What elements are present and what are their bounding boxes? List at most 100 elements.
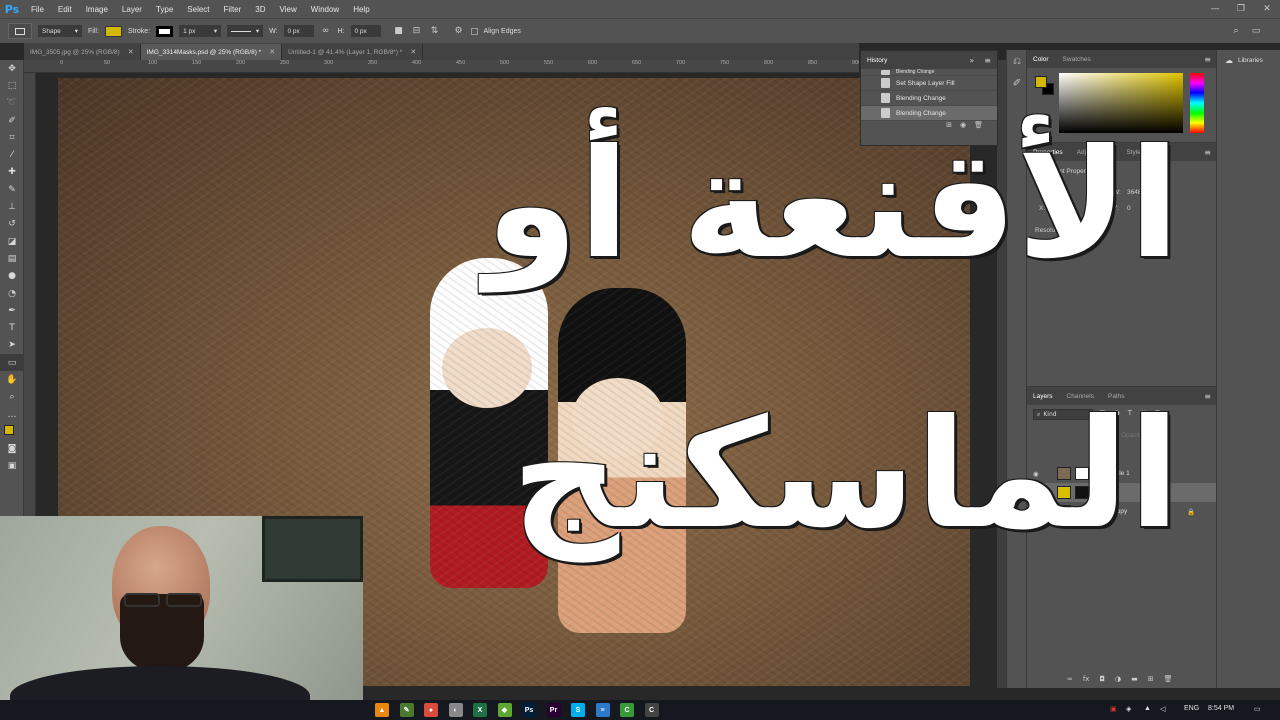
taskbar-app-app6-icon[interactable]: ◆ — [497, 703, 512, 717]
tab-history[interactable]: History — [867, 57, 887, 64]
new-layer-icon[interactable]: ⊞ — [1148, 675, 1154, 683]
fill-swatch[interactable] — [104, 25, 122, 37]
width-field[interactable]: 0 px — [283, 25, 314, 37]
close-icon[interactable]: ✕ — [128, 48, 134, 56]
height-field[interactable]: 0 px — [350, 25, 381, 37]
link-icon[interactable]: ∞ — [320, 25, 332, 37]
quick-select-tool-icon[interactable]: ✐ — [0, 112, 24, 129]
tray-icon-1[interactable]: ▣ — [1110, 705, 1117, 713]
fx-icon[interactable]: fx — [1083, 675, 1090, 683]
history-item[interactable]: Set Shape Layer Fill — [861, 76, 997, 91]
lasso-tool-icon[interactable]: ➰ — [0, 95, 24, 112]
menu-edit[interactable]: Edit — [51, 5, 79, 14]
gear-icon[interactable]: ⚙ — [453, 25, 465, 37]
tab-untitled-1[interactable]: Untitled-1 @ 41.4% (Layer 1, RGB/8*) * ✕ — [282, 44, 424, 60]
menu-help[interactable]: Help — [346, 5, 376, 14]
brush-tool-icon[interactable]: ✎ — [0, 181, 24, 198]
search-icon[interactable]: ⌕ — [1230, 25, 1242, 37]
trash-icon[interactable]: 🗑 — [1164, 675, 1173, 683]
taskbar-app-camtasia-icon[interactable]: C — [620, 703, 634, 717]
path-operations-icon[interactable]: ■ — [393, 25, 405, 37]
stroke-width-field[interactable]: 1 px ▾ — [179, 25, 222, 37]
tray-icon-2[interactable]: ◈ — [1126, 705, 1131, 713]
adjustment-layer-icon[interactable]: ◑ — [1115, 675, 1121, 683]
screen-mode-icon[interactable]: ▣ — [0, 458, 24, 475]
collapse-icon[interactable]: » — [969, 56, 974, 65]
hand-tool-icon[interactable]: ✋ — [0, 371, 24, 388]
menu-layer[interactable]: Layer — [115, 5, 149, 14]
more-tools-icon[interactable]: … — [0, 406, 24, 423]
marquee-tool-icon[interactable]: ⬚ — [0, 77, 24, 94]
history-brush-tool-icon[interactable]: ↺ — [0, 216, 24, 233]
taskbar-app-photoshop-icon[interactable]: Ps — [522, 703, 536, 717]
language-indicator[interactable]: ENG — [1184, 705, 1199, 712]
panel-menu-icon[interactable]: ≡ — [984, 56, 991, 65]
maximize-icon[interactable]: ❐ — [1228, 0, 1254, 18]
foreground-color-chip[interactable] — [1035, 76, 1047, 88]
close-icon[interactable]: ✕ — [1254, 0, 1280, 18]
taskbar-app-app12-icon[interactable]: C — [644, 703, 659, 717]
healing-brush-tool-icon[interactable]: ✚ — [0, 164, 24, 181]
stroke-swatch[interactable] — [156, 25, 174, 37]
taskbar-app-excel-icon[interactable]: X — [473, 703, 487, 717]
foreground-color-icon[interactable] — [4, 425, 14, 436]
crop-tool-icon[interactable]: ⌗ — [0, 129, 24, 146]
path-selection-tool-icon[interactable]: ➤ — [0, 337, 24, 354]
menu-image[interactable]: Image — [79, 5, 115, 14]
menu-file[interactable]: File — [24, 5, 51, 14]
new-group-icon[interactable]: ▬ — [1131, 675, 1138, 683]
menu-3d[interactable]: 3D — [248, 5, 272, 14]
shape-mode-select[interactable]: Shape ▾ — [38, 25, 82, 37]
menu-select[interactable]: Select — [180, 5, 216, 14]
clone-stamp-tool-icon[interactable]: ⊥ — [0, 198, 24, 215]
history-panel-icon[interactable]: ⎌ — [1007, 50, 1027, 72]
libraries-button[interactable]: ☁ Libraries — [1217, 50, 1280, 70]
volume-icon[interactable]: ◁ — [1160, 705, 1165, 713]
menu-view[interactable]: View — [273, 5, 304, 14]
taskbar-app-premiere-icon[interactable]: Pr — [546, 703, 561, 717]
stroke-type-select[interactable]: ▾ — [227, 25, 264, 37]
tab-color[interactable]: Color — [1033, 56, 1049, 63]
path-arrangement-icon[interactable]: ⇅ — [429, 25, 441, 37]
taskbar-app-vlc-icon[interactable]: ▲ — [375, 703, 389, 717]
notifications-icon[interactable]: ▭ — [1254, 705, 1261, 713]
eyedropper-tool-icon[interactable]: ⁄ — [0, 146, 24, 163]
gradient-tool-icon[interactable]: ▤ — [0, 250, 24, 267]
quick-mask-icon[interactable]: ◙ — [0, 441, 24, 458]
workspace-icon[interactable]: ▭ — [1250, 25, 1262, 37]
taskbar-app-app4-icon[interactable]: ◐ — [448, 703, 463, 717]
panel-menu-icon[interactable]: ≡ — [1204, 55, 1211, 64]
close-icon[interactable]: ✕ — [410, 48, 416, 56]
tab-img-3505[interactable]: IMG_3505.jpg @ 25% (RGB/8) ✕ — [24, 44, 141, 60]
panel-menu-icon[interactable]: ≡ — [1204, 392, 1211, 401]
blur-tool-icon[interactable]: ● — [0, 268, 24, 285]
tab-swatches[interactable]: Swatches — [1063, 56, 1091, 63]
move-tool-icon[interactable]: ✥ — [0, 60, 24, 77]
tab-img-3314-masks[interactable]: IMG_3314Masks.psd @ 25% (RGB/8) * ✕ — [140, 44, 283, 60]
taskbar-app-chrome-icon[interactable]: ● — [424, 703, 438, 717]
taskbar-app-skype-icon[interactable]: S — [571, 703, 585, 717]
type-tool-icon[interactable]: T — [0, 319, 24, 336]
taskbar-app-app10-icon[interactable]: ≡ — [595, 703, 610, 717]
path-alignment-icon[interactable]: ⊟ — [411, 25, 423, 37]
network-icon[interactable]: ▲ — [1144, 705, 1151, 712]
zoom-tool-icon[interactable]: ⌕ — [0, 389, 24, 406]
menu-filter[interactable]: Filter — [217, 5, 249, 14]
dodge-tool-icon[interactable]: ◔ — [0, 285, 24, 302]
tool-preset-picker[interactable] — [8, 23, 32, 39]
align-edges-checkbox[interactable] — [470, 27, 478, 35]
menu-window[interactable]: Window — [304, 5, 346, 14]
close-icon[interactable]: ✕ — [269, 48, 275, 56]
link-layers-icon[interactable]: ∞ — [1067, 675, 1073, 683]
pen-tool-icon[interactable]: ✒ — [0, 302, 24, 319]
clock[interactable]: 8:54 PM — [1208, 705, 1234, 712]
eraser-tool-icon[interactable]: ◪ — [0, 233, 24, 250]
history-item[interactable]: Blending Change — [861, 91, 997, 106]
rectangle-tool-icon[interactable]: ▭ — [0, 354, 24, 372]
minimize-icon[interactable]: — — [1202, 0, 1228, 18]
brush-settings-icon[interactable]: ✐ — [1007, 72, 1027, 94]
menu-type[interactable]: Type — [149, 5, 180, 14]
history-item[interactable]: Blending Change — [861, 69, 997, 76]
color-swatches-icon[interactable] — [0, 423, 24, 441]
hue-slider[interactable] — [1190, 73, 1204, 133]
